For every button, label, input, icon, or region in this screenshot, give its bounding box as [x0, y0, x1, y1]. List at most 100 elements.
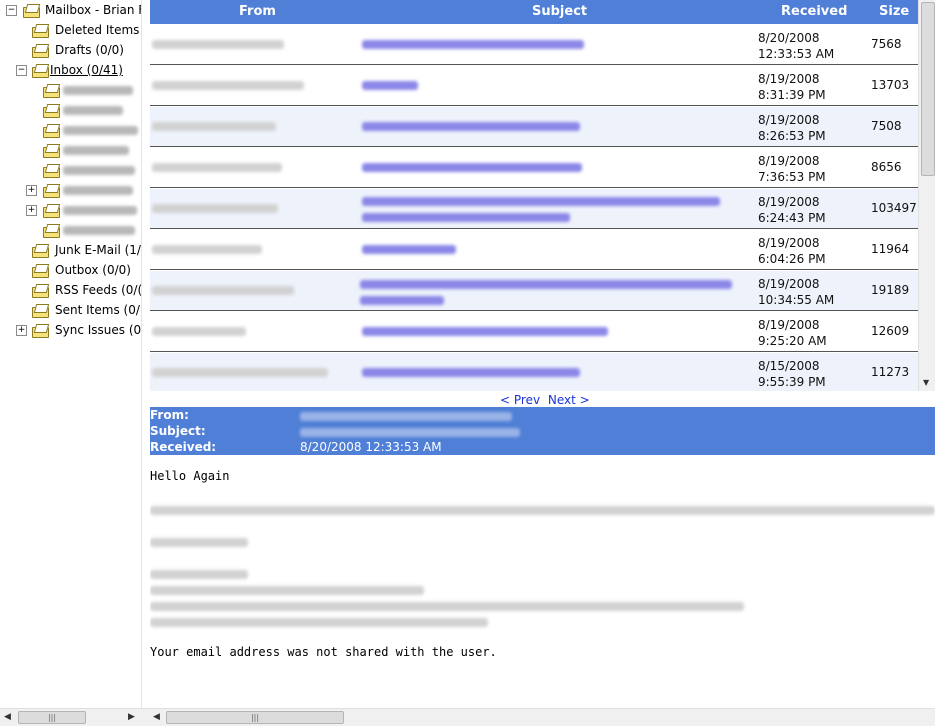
message-row[interactable]: 8/20/2008 12:33:53 AM 7568	[150, 25, 918, 65]
redacted-body-line	[150, 538, 248, 547]
redacted-from-value	[300, 412, 512, 421]
received-time: 8:31:39 PM	[758, 88, 826, 102]
mailbox-icon	[23, 4, 40, 18]
received-date: 8/19/2008	[758, 277, 820, 291]
size-cell: 7508	[871, 119, 902, 133]
redacted-label	[63, 106, 123, 115]
redacted-subject-line2[interactable]	[362, 213, 570, 222]
message-row[interactable]: 8/19/2008 6:24:43 PM 103497	[150, 189, 918, 229]
expand-icon[interactable]: +	[26, 185, 37, 196]
received-time: 8:26:53 PM	[758, 129, 826, 143]
message-row[interactable]: 8/19/2008 10:34:55 AM 19189	[150, 271, 918, 311]
redacted-label	[63, 86, 133, 95]
content-horizontal-scrollbar[interactable]: ◀ |||	[141, 708, 935, 726]
column-header-subject[interactable]: Subject	[532, 4, 587, 19]
redacted-label	[63, 206, 137, 215]
redacted-subject[interactable]	[362, 368, 580, 377]
folder-icon	[43, 184, 60, 198]
redacted-subject-line2[interactable]	[360, 296, 444, 305]
size-cell: 103497	[871, 201, 917, 215]
body-greeting: Hello Again	[150, 469, 230, 483]
message-row[interactable]: 8/19/2008 6:04:26 PM 11964	[150, 230, 918, 270]
message-list-vertical-scrollbar[interactable]: ▼	[918, 0, 935, 391]
body-footer: Your email address was not shared with t…	[150, 645, 497, 659]
received-cell: 8/19/2008 6:04:26 PM	[758, 235, 826, 267]
folder-icon	[32, 324, 49, 338]
redacted-sender	[152, 327, 246, 336]
column-header-from[interactable]: From	[239, 4, 276, 19]
redacted-sender	[152, 40, 284, 49]
message-row[interactable]: 8/19/2008 9:25:20 AM 12609	[150, 312, 918, 352]
redacted-sender	[152, 163, 282, 172]
tree-label-junk: Junk E-Mail (1/	[55, 243, 141, 257]
scroll-left-icon[interactable]: ◀	[4, 712, 11, 722]
redacted-body-line	[150, 570, 248, 579]
folder-icon	[43, 124, 60, 138]
message-row[interactable]: 8/19/2008 8:31:39 PM 13703	[150, 66, 918, 106]
collapse-icon[interactable]: −	[6, 5, 17, 16]
redacted-subject-value	[300, 428, 520, 437]
folder-icon	[32, 44, 49, 58]
redacted-label	[63, 166, 135, 175]
scroll-thumb[interactable]: |||	[166, 711, 344, 724]
message-row[interactable]: 8/15/2008 9:55:39 PM 11273	[150, 353, 918, 391]
redacted-subject[interactable]	[362, 163, 582, 172]
pager: < Prev Next >	[500, 393, 590, 407]
redacted-subject[interactable]	[362, 197, 720, 206]
redacted-subject[interactable]	[362, 245, 456, 254]
redacted-sender	[152, 204, 278, 213]
redacted-sender	[152, 245, 262, 254]
received-time: 6:24:43 PM	[758, 211, 826, 225]
received-cell: 8/15/2008 9:55:39 PM	[758, 358, 826, 390]
scroll-right-icon[interactable]: ▶	[128, 712, 135, 722]
redacted-subject[interactable]	[362, 122, 580, 131]
next-page-link[interactable]: Next >	[548, 393, 590, 407]
subject-label: Subject:	[150, 424, 206, 438]
tree-label-sent: Sent Items (0/	[55, 303, 140, 317]
received-time: 6:04:26 PM	[758, 252, 826, 266]
size-cell: 11964	[871, 242, 910, 256]
folder-icon	[43, 104, 60, 118]
redacted-body-line	[150, 602, 744, 611]
redacted-label	[63, 126, 138, 135]
redacted-subject[interactable]	[360, 280, 732, 289]
scroll-down-icon[interactable]: ▼	[923, 378, 929, 387]
size-cell: 12609	[871, 324, 910, 338]
expand-icon[interactable]: +	[26, 205, 37, 216]
tree-label-rss: RSS Feeds (0/(	[55, 283, 142, 297]
size-cell: 13703	[871, 78, 910, 92]
message-row[interactable]: 8/19/2008 7:36:53 PM 8656	[150, 148, 918, 188]
tree-horizontal-scrollbar[interactable]: ◀ ||| ▶	[0, 708, 141, 726]
received-date: 8/19/2008	[758, 154, 820, 168]
redacted-subject[interactable]	[362, 327, 608, 336]
folder-tree: − Mailbox - Brian F Deleted Items Drafts…	[0, 0, 142, 708]
redacted-subject[interactable]	[362, 81, 418, 90]
folder-icon	[32, 244, 49, 258]
received-time: 9:25:20 AM	[758, 334, 827, 348]
size-cell: 19189	[871, 283, 910, 297]
received-cell: 8/19/2008 8:26:53 PM	[758, 112, 826, 144]
scroll-thumb[interactable]: |||	[18, 711, 86, 724]
expand-icon[interactable]: +	[16, 325, 27, 336]
scroll-thumb[interactable]	[921, 2, 935, 176]
received-cell: 8/19/2008 7:36:53 PM	[758, 153, 826, 185]
folder-icon	[43, 224, 60, 238]
prev-page-link[interactable]: < Prev	[500, 393, 540, 407]
folder-icon	[32, 304, 49, 318]
folder-icon	[32, 64, 49, 78]
redacted-subject[interactable]	[362, 40, 584, 49]
folder-icon	[43, 84, 60, 98]
column-header-received[interactable]: Received	[781, 4, 847, 19]
column-header-size[interactable]: Size	[879, 4, 909, 19]
received-value: 8/20/2008 12:33:53 AM	[300, 440, 442, 454]
received-date: 8/15/2008	[758, 359, 820, 373]
received-cell: 8/19/2008 10:34:55 AM	[758, 276, 834, 308]
message-body: Hello Again Your email address was not s…	[150, 466, 935, 706]
collapse-icon[interactable]: −	[16, 65, 27, 76]
received-date: 8/19/2008	[758, 72, 820, 86]
received-date: 8/19/2008	[758, 318, 820, 332]
redacted-sender	[152, 81, 304, 90]
redacted-body-line	[150, 618, 488, 627]
message-row[interactable]: 8/19/2008 8:26:53 PM 7508	[150, 107, 918, 147]
scroll-left-icon[interactable]: ◀	[153, 712, 160, 722]
